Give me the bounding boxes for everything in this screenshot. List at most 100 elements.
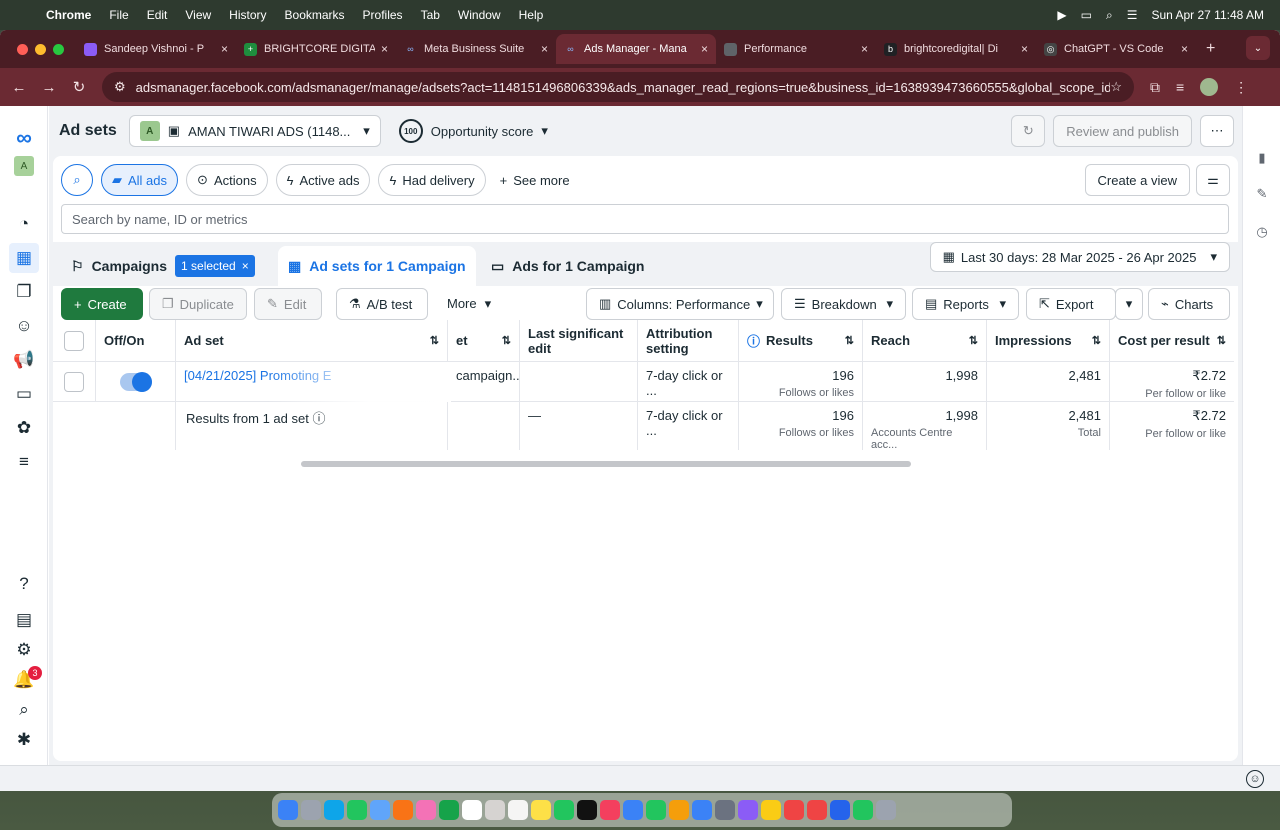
menu-history[interactable]: History <box>229 8 266 22</box>
messages-icon[interactable] <box>347 800 367 820</box>
account-avatar[interactable]: A <box>14 156 34 176</box>
browser-tab[interactable]: ◎ ChatGPT - VS Code × <box>1036 34 1196 64</box>
history-clock-icon[interactable]: ◷ <box>1253 224 1271 242</box>
close-tab-icon[interactable]: × <box>221 42 228 56</box>
profile-avatar[interactable] <box>1200 78 1219 96</box>
numbers-icon[interactable] <box>646 800 666 820</box>
browser-tab[interactable]: + BRIGHTCORE DIGITA × <box>236 34 396 64</box>
apple-tv-icon[interactable] <box>577 800 597 820</box>
had-delivery-filter[interactable]: ϟ Had delivery <box>378 164 486 196</box>
close-tab-icon[interactable]: × <box>701 42 708 56</box>
browser-tab[interactable]: ∞ Meta Business Suite × <box>396 34 556 64</box>
system-settings-icon[interactable] <box>715 800 735 820</box>
close-tab-icon[interactable]: × <box>381 42 388 56</box>
sort-arrows-icon[interactable]: ⇅ <box>430 334 439 347</box>
columns-dropdown[interactable]: ▥ Columns: Performance ▾ <box>586 288 774 320</box>
zoom-icon[interactable] <box>830 800 850 820</box>
new-tab-button[interactable]: + <box>1206 40 1215 58</box>
menu-window[interactable]: Window <box>458 8 501 22</box>
campaigns-table-icon[interactable]: ▦ <box>9 243 39 273</box>
ab-test-button[interactable]: ⚗ A/B test <box>336 288 428 320</box>
megaphone-icon[interactable]: 📢 <box>12 348 36 372</box>
ad-set-name-link[interactable]: [04/21/2025] Promoting E <box>176 362 448 401</box>
launchpad-icon[interactable] <box>301 800 321 820</box>
sort-arrows-icon[interactable]: ⇅ <box>502 334 511 347</box>
opportunity-score[interactable]: 100 Opportunity score ▾ <box>398 119 548 143</box>
chrome-menu-icon[interactable]: ⋮ <box>1234 79 1248 96</box>
more-dropdown[interactable]: More ▾ <box>447 296 491 312</box>
freeform-icon[interactable] <box>554 800 574 820</box>
sort-arrows-icon[interactable]: ⇅ <box>1092 334 1101 347</box>
business-network-icon[interactable]: ✿ <box>12 416 36 440</box>
col-cost-per-result[interactable]: Cost per result ⇅ <box>1110 320 1234 361</box>
browser-tab[interactable]: Performance × <box>716 34 876 64</box>
refresh-button[interactable]: ↻ <box>1011 115 1046 147</box>
dashboard-gauge-icon[interactable]: ◔ <box>12 212 36 236</box>
contacts-icon[interactable] <box>485 800 505 820</box>
menu-bookmarks[interactable]: Bookmarks <box>285 8 345 22</box>
horizontal-scrollbar[interactable] <box>301 461 911 467</box>
pages-app-icon[interactable] <box>669 800 689 820</box>
battery-icon[interactable]: ▭ <box>1081 8 1092 22</box>
reload-icon[interactable]: ↻ <box>64 78 94 96</box>
charts-button[interactable]: ⌁ Charts <box>1148 288 1230 320</box>
search-icon[interactable]: ⌕ <box>12 698 36 722</box>
review-publish-button[interactable]: Review and publish <box>1053 115 1192 147</box>
meta-logo-icon[interactable]: ∞ <box>12 125 36 150</box>
zoom-window-button[interactable] <box>53 43 64 55</box>
table-row[interactable]: [04/21/2025] Promoting E campaign... 7-d… <box>53 362 1234 402</box>
breakdown-dropdown[interactable]: ☰ Breakdown ▾ <box>781 288 906 320</box>
safari-icon[interactable] <box>324 800 344 820</box>
maps-icon[interactable] <box>393 800 413 820</box>
opera-icon[interactable] <box>784 800 804 820</box>
selected-badge[interactable]: 1 selected × <box>175 255 255 277</box>
col-impressions[interactable]: Impressions ⇅ <box>987 320 1110 361</box>
bug-report-icon[interactable]: ✱ <box>12 728 36 752</box>
reading-list-icon[interactable]: ≡ <box>1176 79 1184 95</box>
more-options-button[interactable]: ⋯ <box>1200 115 1234 147</box>
audiences-icon[interactable]: ☺ <box>12 314 36 338</box>
tab-ads[interactable]: ▭ Ads for 1 Campaign <box>481 246 655 286</box>
back-arrow-icon[interactable]: ← <box>4 79 34 96</box>
select-all-checkbox[interactable] <box>64 330 84 351</box>
see-more-button[interactable]: + See more <box>500 173 570 188</box>
create-button[interactable]: + Create <box>61 288 143 320</box>
create-view-button[interactable]: Create a view <box>1084 164 1190 196</box>
reminders-icon[interactable] <box>508 800 528 820</box>
close-tab-icon[interactable]: × <box>1021 42 1028 56</box>
menu-edit[interactable]: Edit <box>147 8 168 22</box>
facetime-icon[interactable] <box>439 800 459 820</box>
clear-selection-icon[interactable]: × <box>242 259 249 273</box>
finder-icon[interactable] <box>278 800 298 820</box>
whatsapp-icon[interactable] <box>853 800 873 820</box>
url-text[interactable]: adsmanager.facebook.com/adsmanager/manag… <box>136 80 1111 95</box>
mail-icon[interactable] <box>370 800 390 820</box>
close-tab-icon[interactable]: × <box>1181 42 1188 56</box>
tab-ad-sets[interactable]: ▦ Ad sets for 1 Campaign <box>278 246 476 286</box>
help-icon[interactable]: ? <box>12 572 36 596</box>
search-icon[interactable]: ⌕ <box>1106 8 1113 23</box>
keynote-icon[interactable] <box>623 800 643 820</box>
col-attribution[interactable]: Attribution setting <box>638 320 739 361</box>
col-results[interactable]: ⓘ Results ⇅ <box>739 320 863 361</box>
reports-dropdown[interactable]: ▤ Reports ▾ <box>912 288 1019 320</box>
col-ad-set[interactable]: Ad set ⇅ <box>176 320 448 361</box>
forward-arrow-icon[interactable]: → <box>34 79 64 96</box>
notes-icon[interactable] <box>531 800 551 820</box>
app-store-icon[interactable] <box>692 800 712 820</box>
info-icon[interactable]: ⓘ <box>312 411 325 426</box>
minimize-window-button[interactable] <box>35 43 46 55</box>
menu-view[interactable]: View <box>185 8 211 22</box>
col-budget[interactable]: et ⇅ <box>448 320 520 361</box>
sort-arrows-icon[interactable]: ⇅ <box>969 334 978 347</box>
anydesk-icon[interactable] <box>807 800 827 820</box>
play-icon[interactable]: ▶ <box>1057 8 1066 22</box>
browser-tab[interactable]: Sandeep Vishnoi - P × <box>76 34 236 64</box>
col-last-edit[interactable]: Last significant edit <box>520 320 638 361</box>
all-ads-filter[interactable]: ▰ All ads <box>101 164 179 196</box>
search-input[interactable]: Search by name, ID or metrics <box>61 204 1229 234</box>
duplicate-button[interactable]: ❐ Duplicate <box>149 288 247 320</box>
date-range-picker[interactable]: ▦ Last 30 days: 28 Mar 2025 - 26 Apr 2025… <box>929 242 1230 272</box>
calendar-icon[interactable] <box>462 800 482 820</box>
app-icon[interactable] <box>738 800 758 820</box>
